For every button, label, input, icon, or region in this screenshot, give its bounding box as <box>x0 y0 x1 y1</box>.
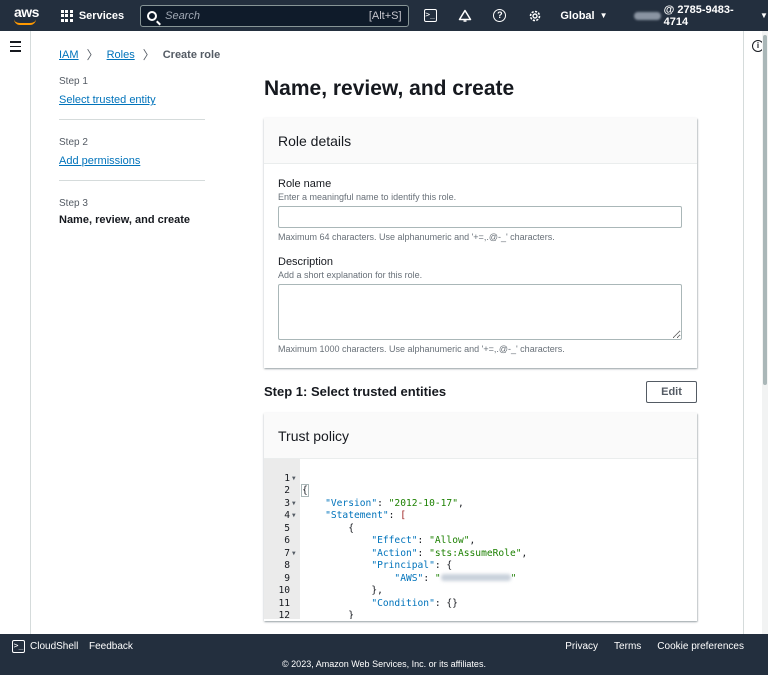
step-number: Step 3 <box>59 198 88 209</box>
code-line: 3 ▼ "Statement": [ <box>284 497 406 522</box>
account-id: @ 2785-9483-4714 <box>663 3 734 28</box>
page-title: Name, review, and create <box>264 77 515 100</box>
breadcrumb-roles-link[interactable]: Roles <box>107 49 135 61</box>
description-textarea[interactable] <box>278 284 682 340</box>
footer-copyright: © 2023, Amazon Web Services, Inc. or its… <box>282 659 486 669</box>
role-name-constraint: Maximum 64 characters. Use alphanumeric … <box>278 232 555 242</box>
notifications-bell-icon <box>458 9 472 22</box>
cloudshell-icon: >_ <box>12 640 25 653</box>
code-line: 7 ▼ "Principal": { <box>284 547 453 572</box>
help-button[interactable]: ? <box>482 0 517 31</box>
footer-links: Privacy Terms Cookie preferences <box>565 641 744 652</box>
role-name-input[interactable] <box>278 206 682 228</box>
footer-cloudshell-label: CloudShell <box>30 641 79 652</box>
code-line: 11 } <box>278 597 354 620</box>
left-side-rail <box>0 31 31 634</box>
code-line: 10 "Condition": {} <box>278 585 458 609</box>
services-label: Services <box>78 9 125 22</box>
role-details-body: Role name Enter a meaningful name to ide… <box>264 164 697 368</box>
step-number: Step 1 <box>59 76 88 87</box>
code-line: 12 ] <box>278 610 290 619</box>
role-name-label: Role name <box>278 178 332 190</box>
chevron-right-icon: 〉 <box>142 48 155 62</box>
breadcrumb-iam-link[interactable]: IAM <box>59 49 79 61</box>
trust-policy-code-editor[interactable]: 1 ▼ { 2 "Version": "2012-10-17", 3 ▼ "Stat… <box>264 459 697 619</box>
region-label: Global <box>560 9 595 22</box>
description-label: Description <box>278 256 334 268</box>
services-grid-icon <box>60 9 73 22</box>
page-scrollbar[interactable] <box>762 31 768 634</box>
wizard-step-1: Step 1 Select trusted entity <box>59 76 205 120</box>
step-number: Step 2 <box>59 137 88 148</box>
step-link-select-trusted-entity[interactable]: Select trusted entity <box>59 94 156 106</box>
code-line: 13 } <box>264 610 697 619</box>
search-placeholder: Search <box>165 9 200 22</box>
edit-step1-button[interactable]: Edit <box>646 381 697 403</box>
breadcrumb: IAM 〉 Roles 〉 Create role <box>59 46 220 63</box>
role-details-card: Role details Role name Enter a meaningfu… <box>264 118 697 368</box>
aws-logo-text: aws <box>14 4 39 20</box>
description-help: Add a short explanation for this role. <box>278 270 423 280</box>
top-navigation: aws Services Search [Alt+S] >_ ? Global … <box>0 0 768 31</box>
footer-privacy-link[interactable]: Privacy <box>565 641 598 652</box>
footer-cookie-preferences-link[interactable]: Cookie preferences <box>657 641 744 652</box>
wizard-step-3: Step 3 Name, review, and create <box>59 198 205 239</box>
account-menu[interactable]: @ 2785-9483-4714 ▼ <box>633 3 768 28</box>
code-line: 5 "Effect": "Allow", <box>284 522 476 547</box>
cloudshell-button[interactable]: >_ <box>413 0 448 31</box>
step-current-label: Name, review, and create <box>59 214 191 226</box>
trust-policy-title: Trust policy <box>264 413 697 459</box>
breadcrumb-current: Create role <box>162 48 221 61</box>
cloudshell-icon: >_ <box>423 9 437 22</box>
footer-feedback-link[interactable]: Feedback <box>89 641 133 652</box>
region-caret-icon: ▼ <box>599 11 608 20</box>
chevron-right-icon: 〉 <box>86 48 99 62</box>
aws-logo[interactable]: aws <box>8 0 47 31</box>
wizard-steps: Step 1 Select trusted entity Step 2 Add … <box>59 76 205 256</box>
account-name-redacted <box>633 11 661 20</box>
help-icon: ? <box>493 9 507 22</box>
scrollbar-thumb[interactable] <box>763 35 767 385</box>
footer-cloudshell-button[interactable]: >_ CloudShell <box>12 640 78 653</box>
code-line: 1 ▼ { <box>284 472 309 497</box>
code-line: 6 "Action": "sts:AssumeRole", <box>284 535 528 559</box>
settings-button[interactable] <box>517 0 552 31</box>
settings-gear-icon <box>529 10 541 21</box>
wizard-step-2: Step 2 Add permissions <box>59 137 205 181</box>
region-selector[interactable]: Global ▼ <box>560 10 607 22</box>
footer-terms-link[interactable]: Terms <box>614 641 641 652</box>
console-footer: >_ CloudShell Feedback Privacy Terms Coo… <box>0 634 768 675</box>
notifications-button[interactable] <box>448 0 483 31</box>
account-caret-icon: ▼ <box>760 11 768 20</box>
aws-smile-icon <box>14 19 36 25</box>
code-line: 2 "Version": "2012-10-17", <box>284 485 464 509</box>
menu-hamburger-icon[interactable] <box>10 41 21 55</box>
trust-policy-card: Trust policy 1 ▼ { 2 "Version": "2012-10-… <box>264 413 697 621</box>
search-icon <box>147 10 158 21</box>
code-line: 4 ▼ { <box>284 510 354 534</box>
role-details-title: Role details <box>264 118 697 164</box>
description-constraint: Maximum 1000 characters. Use alphanumeri… <box>278 344 565 354</box>
code-line: 9 }, <box>284 572 383 597</box>
search-input[interactable]: Search [Alt+S] <box>140 4 409 27</box>
code-line: 8 "AWS": " " <box>284 560 517 584</box>
search-shortcut-hint: [Alt+S] <box>368 9 402 22</box>
step1-heading: Step 1: Select trusted entities <box>264 384 447 399</box>
services-menu-button[interactable]: Services <box>60 0 132 31</box>
step-link-add-permissions[interactable]: Add permissions <box>59 155 140 167</box>
role-name-description: Enter a meaningful name to identify this… <box>278 192 457 202</box>
